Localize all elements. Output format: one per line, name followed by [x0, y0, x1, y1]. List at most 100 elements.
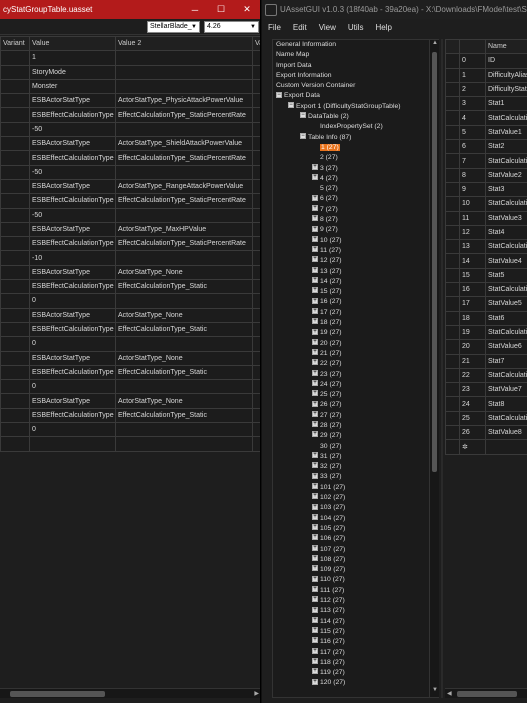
- column-header[interactable]: [459, 38, 486, 55]
- tree-item[interactable]: − DataTable (2): [273, 112, 438, 122]
- expand-icon[interactable]: +: [312, 658, 318, 665]
- table-cell[interactable]: [252, 221, 260, 238]
- menu-item-view[interactable]: View: [319, 23, 336, 32]
- tree-item[interactable]: +11 (27): [273, 246, 438, 256]
- table-cell[interactable]: [252, 178, 260, 195]
- tree-item[interactable]: +105 (27): [273, 524, 438, 534]
- table-row[interactable]: ESBActorStatType ActorStatType_None: [0, 264, 260, 281]
- expand-icon[interactable]: +: [312, 400, 318, 407]
- table-cell[interactable]: ID: [485, 53, 527, 69]
- table-row[interactable]: ESBEffectCalculationType EffectCalculatio…: [0, 150, 260, 166]
- table-cell[interactable]: 0: [459, 53, 486, 69]
- table-cell[interactable]: [252, 150, 260, 166]
- tree-item[interactable]: +8 (27): [273, 215, 438, 225]
- table-cell[interactable]: [252, 279, 260, 295]
- tree-item[interactable]: +25 (27): [273, 390, 438, 400]
- table-cell[interactable]: Stat4: [485, 224, 527, 241]
- table-cell[interactable]: [115, 293, 253, 309]
- table-cell[interactable]: ActorStatType_PhysicAttackPowerValue: [115, 93, 253, 109]
- table-cell[interactable]: ESBActorStatType: [29, 393, 116, 409]
- expand-icon[interactable]: +: [312, 380, 318, 386]
- table-cell[interactable]: ESBActorStatType: [29, 307, 116, 323]
- tree-item[interactable]: +120 (27): [273, 678, 438, 688]
- table-cell[interactable]: [0, 336, 30, 352]
- tree-item[interactable]: − Export 1 (DifficultyStatGroupTable): [273, 101, 438, 112]
- table-cell[interactable]: ESBActorStatType: [29, 350, 116, 366]
- table-row[interactable]: 6 Stat2: [445, 139, 527, 155]
- table-row[interactable]: 2 DifficultyStat: [445, 81, 527, 98]
- row-selector[interactable]: [445, 196, 460, 212]
- expand-icon[interactable]: +: [312, 225, 318, 232]
- table-row[interactable]: 0: [0, 422, 260, 438]
- row-selector[interactable]: [445, 353, 460, 369]
- row-selector[interactable]: [445, 110, 460, 126]
- table-cell[interactable]: StatValue1: [485, 124, 527, 141]
- table-cell[interactable]: DifficultyAlias: [485, 67, 527, 83]
- table-row[interactable]: 12 Stat4: [445, 224, 527, 241]
- table-cell[interactable]: [252, 136, 260, 152]
- expand-icon[interactable]: +: [312, 338, 318, 345]
- menu-item-edit[interactable]: Edit: [293, 23, 307, 32]
- table-row[interactable]: -50: [0, 164, 260, 180]
- expand-icon[interactable]: +: [312, 596, 318, 603]
- table-row[interactable]: -50: [0, 121, 260, 138]
- table-cell[interactable]: -10: [29, 250, 116, 266]
- table-cell[interactable]: [0, 236, 30, 252]
- expand-icon[interactable]: +: [312, 647, 318, 654]
- table-cell[interactable]: ESBActorStatType: [29, 178, 116, 195]
- table-row[interactable]: 24 Stat8: [445, 396, 527, 412]
- table-cell[interactable]: -50: [29, 121, 116, 138]
- table-cell[interactable]: [252, 193, 260, 209]
- table-cell[interactable]: [115, 121, 253, 138]
- table-row[interactable]: 1: [0, 50, 260, 66]
- row-selector[interactable]: [445, 139, 460, 155]
- row-selector[interactable]: [445, 425, 460, 441]
- row-selector[interactable]: [445, 296, 460, 312]
- table-cell[interactable]: [0, 293, 30, 309]
- table-cell[interactable]: [115, 164, 253, 180]
- table-row[interactable]: 1 DifficultyAlias: [445, 67, 527, 83]
- table-cell[interactable]: [252, 50, 260, 66]
- table-cell[interactable]: StatValue7: [485, 382, 527, 398]
- tree-item[interactable]: +26 (27): [273, 400, 438, 410]
- table-cell[interactable]: 0: [29, 379, 116, 395]
- tree-item[interactable]: +10 (27): [273, 235, 438, 246]
- expand-icon[interactable]: +: [312, 194, 318, 201]
- table-cell[interactable]: [252, 121, 260, 138]
- table-cell[interactable]: ESBEffectCalculationType: [29, 279, 116, 295]
- table-cell[interactable]: [252, 364, 260, 381]
- table-cell[interactable]: 4: [459, 110, 486, 126]
- tree-item[interactable]: General Information: [273, 40, 438, 50]
- chevron-down-icon[interactable]: ▼: [430, 687, 440, 697]
- expand-icon[interactable]: +: [312, 359, 318, 366]
- table-row[interactable]: [0, 436, 260, 452]
- table-cell[interactable]: StatValue4: [485, 253, 527, 269]
- table-cell[interactable]: StatCalculatio: [485, 196, 527, 212]
- table-cell[interactable]: 0: [29, 422, 116, 438]
- collapse-icon[interactable]: −: [300, 132, 306, 139]
- tree-item[interactable]: +18 (27): [273, 318, 438, 328]
- row-selector[interactable]: [445, 53, 460, 69]
- row-selector[interactable]: [445, 67, 460, 83]
- table-cell[interactable]: 11: [459, 210, 486, 226]
- properties-grid[interactable]: VariantValueValue 2Va 1StoryModeMonsterE…: [0, 35, 260, 452]
- table-cell[interactable]: [0, 178, 30, 195]
- table-cell[interactable]: [252, 293, 260, 309]
- table-row[interactable]: 8 StatValue2: [445, 167, 527, 183]
- expand-icon[interactable]: +: [312, 163, 318, 170]
- table-cell[interactable]: StatValue6: [485, 339, 527, 355]
- table-cell[interactable]: ESBEffectCalculationType: [29, 407, 116, 424]
- tree-item[interactable]: +15 (27): [273, 287, 438, 297]
- table-cell[interactable]: ESBEffectCalculationType: [29, 107, 116, 123]
- table-cell[interactable]: Stat8: [485, 396, 527, 412]
- close-button[interactable]: ✕: [234, 0, 260, 19]
- table-row[interactable]: ESBActorStatType ActorStatType_None: [0, 350, 260, 366]
- table-row[interactable]: ESBEffectCalculationType EffectCalculatio…: [0, 364, 260, 381]
- table-row[interactable]: ESBActorStatType ActorStatType_RangeAttac…: [0, 178, 260, 195]
- tree-item[interactable]: +16 (27): [273, 297, 438, 307]
- row-selector[interactable]: [445, 282, 460, 298]
- table-cell[interactable]: 23: [459, 382, 486, 398]
- table-cell[interactable]: [0, 250, 30, 266]
- tree-item[interactable]: 2 (27): [273, 153, 438, 163]
- table-row[interactable]: 21 Stat7: [445, 353, 527, 369]
